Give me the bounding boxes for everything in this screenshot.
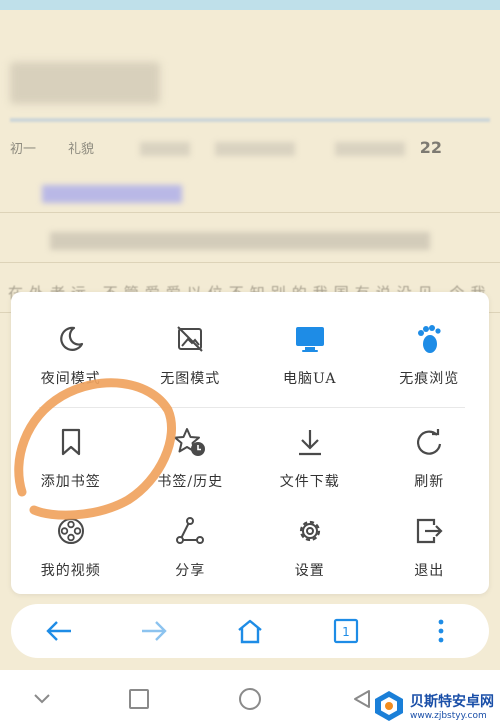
footprint-icon: [412, 322, 446, 356]
menu-item-night-mode[interactable]: 夜间模式: [11, 322, 131, 388]
menu-item-label: 刷新: [414, 474, 445, 490]
menu-item-exit[interactable]: 退出: [370, 514, 490, 580]
menu-item-label: 文件下载: [279, 474, 340, 490]
menu-item-share[interactable]: 分享: [131, 514, 251, 580]
menu-item-label: 电脑UA: [283, 371, 337, 387]
meta-blur: [215, 142, 295, 156]
hide-keyboard-button[interactable]: [25, 682, 59, 716]
menu-item-label: 无痕浏览: [399, 371, 460, 387]
forward-button[interactable]: [124, 604, 184, 658]
star-clock-icon: [173, 425, 207, 459]
no-image-icon: [173, 322, 207, 356]
meta-label-1: 初一: [10, 142, 37, 157]
gear-icon: [293, 514, 327, 548]
recent-apps-button[interactable]: [122, 682, 156, 716]
browser-toolbar: 1: [11, 604, 489, 658]
triangle-back-icon: [354, 690, 370, 708]
menu-item-bookmarks-history[interactable]: 书签/历史: [131, 425, 251, 491]
meta-blur: [140, 142, 190, 156]
menu-item-no-image-mode[interactable]: 无图模式: [131, 322, 251, 388]
menu-item-downloads[interactable]: 文件下载: [250, 425, 370, 491]
menu-item-label: 夜间模式: [40, 371, 101, 387]
menu-item-label: 书签/历史: [157, 474, 224, 490]
share-icon: [173, 514, 207, 548]
tabs-button[interactable]: 1: [316, 604, 376, 658]
back-button[interactable]: [29, 604, 89, 658]
menu-item-my-videos[interactable]: 我的视频: [11, 514, 131, 580]
back-arrow-icon: [46, 621, 71, 641]
menu-item-settings[interactable]: 设置: [250, 514, 370, 580]
tabs-icon: 1: [333, 618, 358, 644]
menu-divider: [39, 407, 465, 408]
more-menu-icon: [438, 619, 444, 643]
home-system-button[interactable]: [233, 682, 267, 716]
moon-icon: [54, 322, 88, 356]
watermark-name: 贝斯特安卓网: [410, 694, 494, 710]
more-menu-button[interactable]: [411, 604, 471, 658]
menu-item-label: 我的视频: [40, 563, 101, 579]
ruled-line: [0, 262, 500, 263]
home-button[interactable]: [220, 604, 280, 658]
square-icon: [129, 689, 149, 709]
desktop-monitor-icon: [293, 322, 327, 356]
title-rule: [10, 118, 490, 122]
meta-blur: [335, 142, 405, 156]
chevron-down-icon: [34, 694, 50, 704]
menu-item-incognito[interactable]: 无痕浏览: [370, 322, 490, 388]
blurred-article-title: [10, 62, 160, 104]
circle-icon: [239, 688, 261, 710]
menu-row-1: 夜间模式 无图模式 电脑UA 无痕浏览: [11, 322, 489, 388]
menu-item-label: 无图模式: [160, 371, 221, 387]
menu-row-3: 我的视频 分享 设置 退出: [11, 514, 489, 580]
meta-number: 22: [419, 138, 442, 157]
menu-item-label: 设置: [294, 563, 325, 579]
tab-count: 1: [342, 625, 350, 639]
menu-item-label: 添加书签: [40, 474, 101, 490]
watermark-url: www.zjbstyy.com: [410, 711, 487, 721]
site-watermark: 贝斯特安卓网 www.zjbstyy.com: [372, 686, 500, 726]
meta-label-2: 礼貌: [68, 142, 95, 157]
refresh-icon: [412, 425, 446, 459]
menu-item-add-bookmark[interactable]: 添加书签: [11, 425, 131, 491]
home-icon: [238, 619, 262, 644]
film-reel-icon: [54, 514, 88, 548]
download-icon: [293, 425, 327, 459]
bookmark-icon: [54, 425, 88, 459]
menu-row-2: 添加书签 书签/历史 文件下载 刷新: [11, 425, 489, 491]
blurred-paragraph: [50, 232, 430, 250]
status-strip: [0, 0, 500, 10]
ruled-line: [0, 212, 500, 213]
menu-item-refresh[interactable]: 刷新: [370, 425, 490, 491]
blurred-author-link[interactable]: [42, 185, 182, 203]
watermark-logo-icon: [375, 691, 403, 721]
exit-icon: [412, 514, 446, 548]
forward-arrow-icon: [142, 621, 168, 641]
browser-menu-panel: 夜间模式 无图模式 电脑UA 无痕浏览 添加书签 书签/历史 文件下载 刷新 我…: [11, 292, 489, 594]
menu-item-label: 分享: [175, 563, 206, 579]
menu-item-label: 退出: [414, 563, 445, 579]
article-meta-row: 初一 礼貌 22: [10, 138, 490, 160]
menu-item-desktop-ua[interactable]: 电脑UA: [250, 322, 370, 388]
